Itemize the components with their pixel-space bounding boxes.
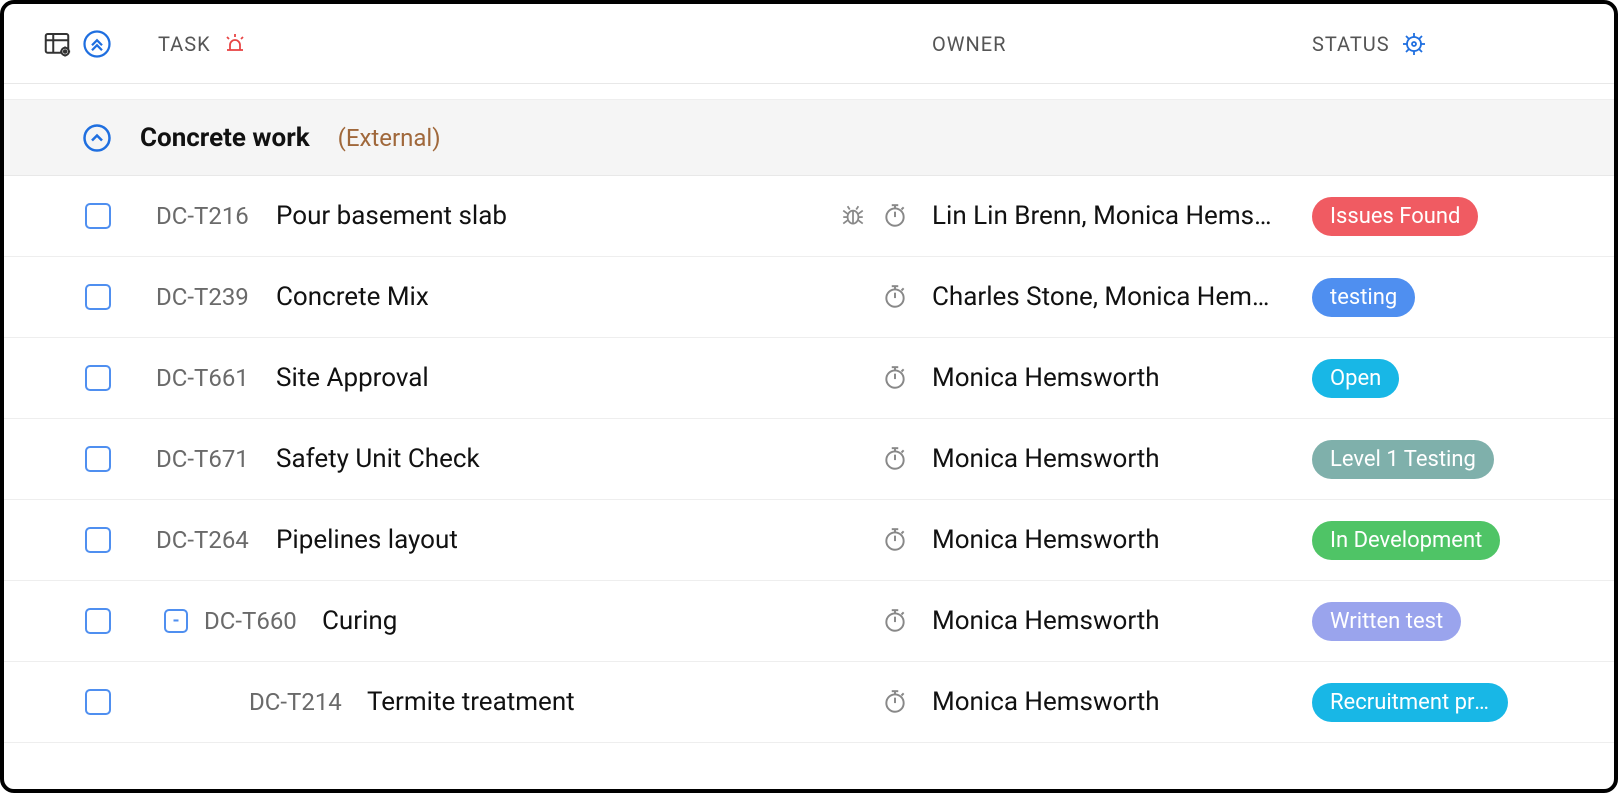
group-title: Concrete work [140, 123, 310, 153]
group-row[interactable]: Concrete work (External) [4, 100, 1614, 176]
task-column-header[interactable]: TASK [158, 32, 247, 56]
task-row-icons [818, 284, 908, 310]
task-checkbox[interactable] [85, 284, 111, 310]
task-owner: Charles Stone, Monica Hemsworth [932, 282, 1282, 312]
table-header: TASK OWNER STATUS [4, 4, 1614, 84]
timer-icon[interactable] [882, 527, 908, 553]
task-id: DC-T671 [156, 445, 249, 473]
status-badge[interactable]: In Development [1312, 521, 1500, 560]
task-id: DC-T239 [156, 283, 249, 311]
timer-icon[interactable] [882, 608, 908, 634]
task-owner: Monica Hemsworth [932, 687, 1282, 717]
group-tag: (External) [338, 124, 441, 152]
status-badge[interactable]: Open [1312, 359, 1399, 398]
owner-column-header[interactable]: OWNER [932, 32, 1006, 56]
group-collapse-icon[interactable] [82, 123, 112, 153]
task-title[interactable]: Termite treatment [367, 687, 575, 717]
task-owner: Lin Lin Brenn, Monica Hemsworth [932, 201, 1282, 231]
status-badge[interactable]: Level 1 Testing [1312, 440, 1494, 479]
status-gear-icon[interactable] [1402, 32, 1426, 56]
task-id: DC-T216 [156, 202, 249, 230]
task-checkbox[interactable] [85, 446, 111, 472]
task-id: DC-T214 [249, 688, 342, 716]
task-owner: Monica Hemsworth [932, 525, 1282, 555]
task-row-icons [818, 608, 908, 634]
alert-siren-icon [223, 32, 247, 56]
task-title[interactable]: Concrete Mix [276, 282, 429, 312]
task-row-icons [818, 527, 908, 553]
status-header-label: STATUS [1312, 32, 1390, 56]
expand-toggle-icon[interactable]: - [164, 609, 188, 633]
task-row[interactable]: DC-T671 Safety Unit Check Monica Hemswort… [4, 419, 1614, 500]
task-checkbox[interactable] [85, 689, 111, 715]
status-badge[interactable]: Recruitment process [1312, 683, 1508, 722]
task-id: DC-T264 [156, 526, 249, 554]
bug-icon[interactable] [840, 203, 866, 229]
header-spacer [4, 84, 1614, 100]
task-owner: Monica Hemsworth [932, 363, 1282, 393]
task-row[interactable]: DC-T661 Site Approval Monica Hemsworth Ope… [4, 338, 1614, 419]
collapse-all-icon[interactable] [82, 29, 112, 59]
task-title[interactable]: Safety Unit Check [276, 444, 480, 474]
task-row[interactable]: DC-T216 Pour basement slab Lin Lin Brenn,… [4, 176, 1614, 257]
task-list: DC-T216 Pour basement slab Lin Lin Brenn,… [4, 176, 1614, 743]
task-checkbox[interactable] [85, 527, 111, 553]
status-badge[interactable]: testing [1312, 278, 1415, 317]
timer-icon[interactable] [882, 284, 908, 310]
task-row-icons [818, 689, 908, 715]
task-title[interactable]: Pipelines layout [276, 525, 458, 555]
task-header-label: TASK [158, 32, 211, 56]
timer-icon[interactable] [882, 365, 908, 391]
timer-icon[interactable] [882, 203, 908, 229]
task-title[interactable]: Pour basement slab [276, 201, 507, 231]
timer-icon[interactable] [882, 446, 908, 472]
task-owner: Monica Hemsworth [932, 444, 1282, 474]
status-badge[interactable]: Issues Found [1312, 197, 1478, 236]
task-checkbox[interactable] [85, 365, 111, 391]
task-id: DC-T661 [156, 364, 249, 392]
status-badge[interactable]: Written test [1312, 602, 1461, 641]
task-checkbox[interactable] [85, 203, 111, 229]
owner-header-label: OWNER [932, 32, 1006, 56]
task-owner: Monica Hemsworth [932, 606, 1282, 636]
task-row-icons [818, 203, 908, 229]
table-settings-icon[interactable] [42, 29, 72, 59]
task-row[interactable]: DC-T264 Pipelines layout Monica Hemsworth… [4, 500, 1614, 581]
task-row-icons [818, 365, 908, 391]
timer-icon[interactable] [882, 689, 908, 715]
task-title[interactable]: Site Approval [276, 363, 429, 393]
task-checkbox[interactable] [85, 608, 111, 634]
header-left-controls [42, 29, 112, 59]
task-row-icons [818, 446, 908, 472]
status-column-header[interactable]: STATUS [1312, 32, 1426, 56]
task-row[interactable]: DC-T214 Termite treatment Monica Hemswort… [4, 662, 1614, 743]
task-row[interactable]: DC-T239 Concrete Mix Charles Stone, Monic… [4, 257, 1614, 338]
task-id: DC-T660 [204, 607, 297, 635]
task-title[interactable]: Curing [322, 606, 397, 636]
task-row[interactable]: -DC-T660 Curing Monica Hemsworth Written t… [4, 581, 1614, 662]
